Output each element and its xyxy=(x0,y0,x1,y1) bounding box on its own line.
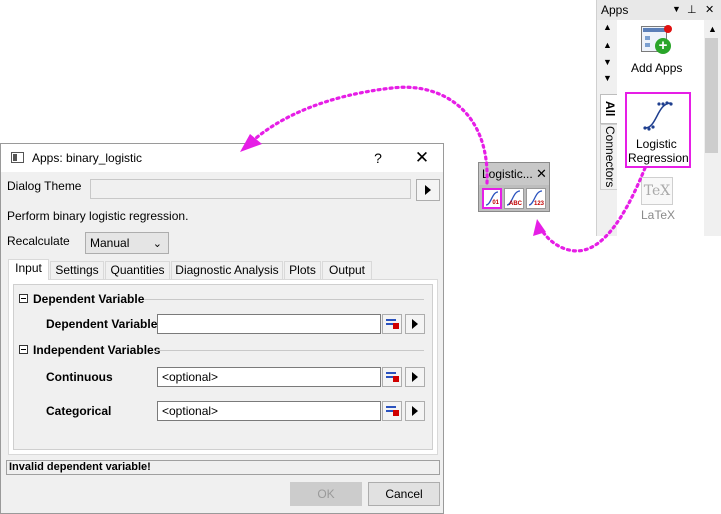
annotation-arrows xyxy=(240,85,647,253)
tab-input[interactable]: Input xyxy=(8,259,49,280)
